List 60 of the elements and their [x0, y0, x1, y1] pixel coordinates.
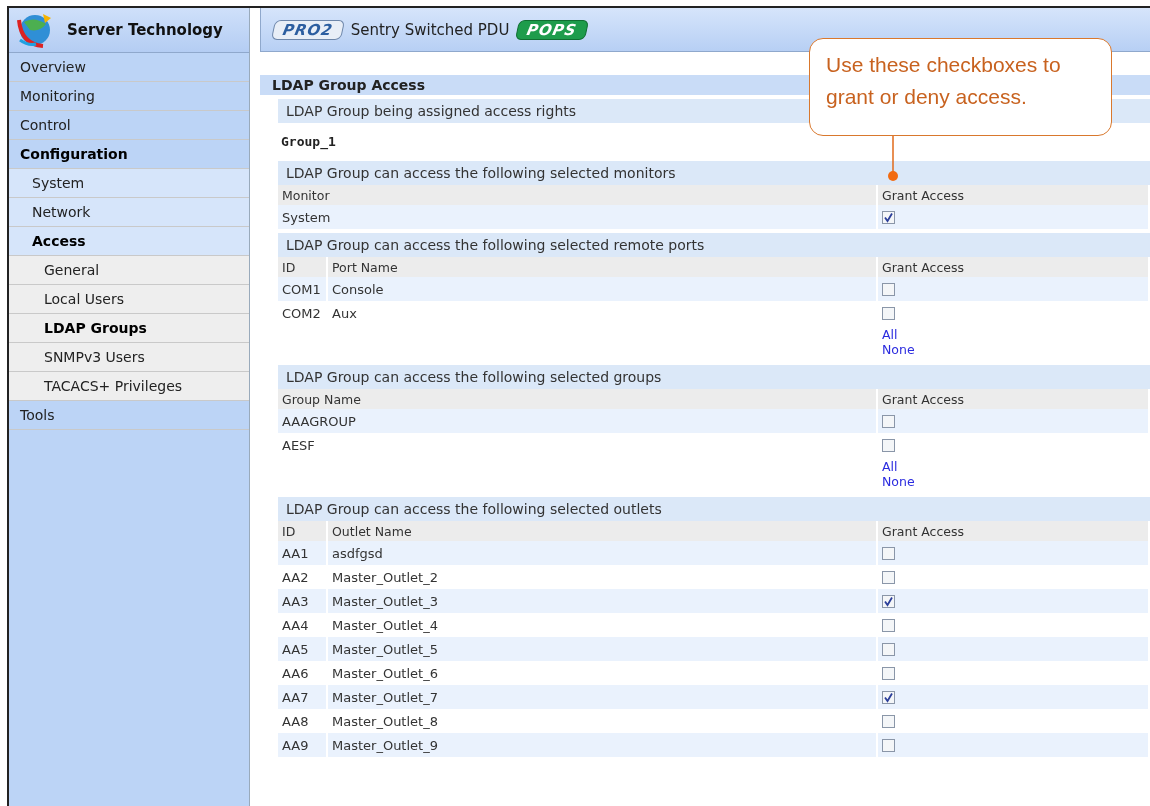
column-header: Group Name	[278, 389, 878, 409]
column-header: Grant Access	[878, 389, 1150, 409]
table-cell: COM1	[278, 277, 328, 301]
checkbox[interactable]	[882, 618, 895, 632]
table-cell: AA5	[278, 637, 328, 661]
callout-note: Use these checkboxes to grant or deny access.	[809, 38, 1112, 136]
brand-name: Server Technology	[67, 21, 223, 39]
checkbox[interactable]	[882, 666, 895, 680]
column-header: Port Name	[328, 257, 878, 277]
select-link[interactable]: None	[882, 474, 915, 489]
checkbox[interactable]	[882, 438, 895, 452]
table-cell: Master_Outlet_7	[328, 685, 878, 709]
nav-item[interactable]: TACACS+ Privileges	[9, 372, 249, 401]
nav-item[interactable]: System	[9, 169, 249, 198]
checkbox[interactable]	[882, 738, 895, 752]
checkbox[interactable]	[882, 594, 895, 608]
table-cell: AA1	[278, 541, 328, 565]
checkbox[interactable]	[882, 306, 895, 320]
select-link[interactable]: All	[882, 327, 898, 342]
model-badge: PRO2	[270, 19, 345, 40]
select-link[interactable]: All	[882, 459, 898, 474]
column-header: Grant Access	[878, 185, 1150, 205]
checkbox[interactable]	[882, 642, 895, 656]
leader-line	[887, 136, 899, 182]
nav-item[interactable]: SNMPv3 Users	[9, 343, 249, 372]
checkbox[interactable]	[882, 210, 895, 224]
group-name: Group_1	[280, 133, 337, 152]
table-cell: AA9	[278, 733, 328, 757]
nav-item[interactable]: Access	[9, 227, 249, 256]
checkbox[interactable]	[882, 690, 895, 704]
column-header: ID	[278, 521, 328, 541]
table-cell: AA3	[278, 589, 328, 613]
section-heading: LDAP Group can access the following selected monitors	[278, 161, 1150, 185]
nav-item[interactable]: General	[9, 256, 249, 285]
table-cell: AA7	[278, 685, 328, 709]
nav-item[interactable]: Network	[9, 198, 249, 227]
section-heading: LDAP Group can access the following selected groups	[278, 365, 1150, 389]
table-cell: Console	[328, 277, 878, 301]
table-cell: Master_Outlet_9	[328, 733, 878, 757]
column-header: Grant Access	[878, 521, 1150, 541]
checkbox[interactable]	[882, 570, 895, 584]
checkbox[interactable]	[882, 714, 895, 728]
column-header: Outlet Name	[328, 521, 878, 541]
column-header: ID	[278, 257, 328, 277]
section-heading: LDAP Group can access the following selected outlets	[278, 497, 1150, 521]
nav-item[interactable]: Local Users	[9, 285, 249, 314]
checkbox[interactable]	[882, 546, 895, 560]
table-cell: AAAGROUP	[278, 409, 878, 433]
section-heading: LDAP Group can access the following selected remote ports	[278, 233, 1150, 257]
table-cell: Master_Outlet_5	[328, 637, 878, 661]
checkbox[interactable]	[882, 414, 895, 428]
table-cell: Master_Outlet_3	[328, 589, 878, 613]
table-cell: asdfgsd	[328, 541, 878, 565]
select-link[interactable]: None	[882, 342, 915, 357]
column-header: Grant Access	[878, 257, 1150, 277]
nav-item[interactable]: LDAP Groups	[9, 314, 249, 343]
product-title: Sentry Switched PDU	[350, 20, 510, 39]
checkbox[interactable]	[882, 282, 895, 296]
column-header: Monitor	[278, 185, 878, 205]
table-cell: System	[278, 205, 878, 229]
